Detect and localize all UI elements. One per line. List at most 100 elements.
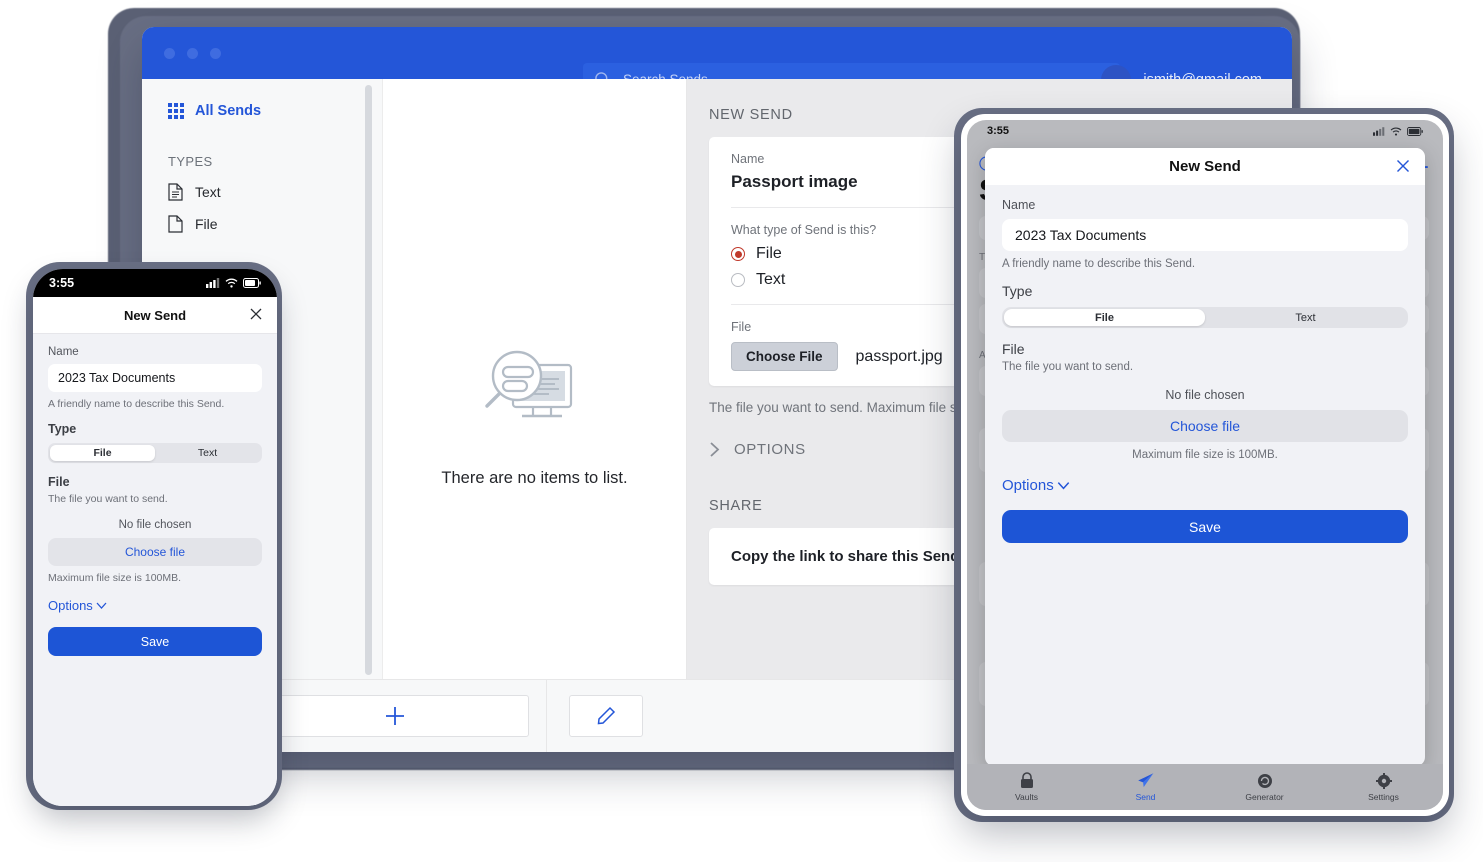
chosen-file-name: passport.jpg bbox=[855, 347, 943, 365]
signal-icon bbox=[1373, 126, 1385, 136]
sidebar-item-label: All Sends bbox=[195, 103, 262, 119]
grid-icon bbox=[168, 103, 184, 119]
tablet-options-toggle[interactable]: Options bbox=[1002, 477, 1408, 494]
choose-file-button[interactable]: Choose File bbox=[731, 342, 838, 371]
empty-state-text: There are no items to list. bbox=[441, 469, 628, 487]
sidebar-scrollbar[interactable] bbox=[365, 85, 372, 675]
sidebar-item-text[interactable]: Text bbox=[168, 183, 382, 201]
lock-icon bbox=[1020, 772, 1033, 788]
empty-search-monitor-illustration bbox=[484, 350, 572, 418]
close-icon[interactable] bbox=[1395, 158, 1411, 174]
footer-add-area bbox=[243, 680, 547, 752]
radio-file-icon bbox=[731, 247, 745, 261]
desktop-titlebar: Search Sends jsmith@gmail.com bbox=[142, 27, 1292, 96]
phone-device: 3:55 New Send Name 2023 Tax Documents A … bbox=[33, 269, 277, 806]
tablet-choose-file-button[interactable]: Choose file bbox=[1002, 410, 1408, 442]
phone-status-icons bbox=[206, 278, 261, 288]
chevron-down-icon bbox=[96, 602, 107, 609]
chevron-right-icon bbox=[710, 442, 720, 457]
tablet-file-label: File bbox=[1002, 341, 1025, 357]
phone-options-label: Options bbox=[48, 598, 93, 613]
tablet-max-size-hint: Maximum file size is 100MB. bbox=[1132, 449, 1278, 461]
tablet-name-hint: A friendly name to describe this Send. bbox=[1002, 258, 1196, 270]
phone-modal-header: New Send bbox=[33, 297, 277, 334]
tablet-save-button[interactable]: Save bbox=[1002, 510, 1408, 543]
maximize-button[interactable] bbox=[210, 47, 221, 59]
phone-options-toggle[interactable]: Options bbox=[48, 598, 262, 613]
tablet-segment-file[interactable]: File bbox=[1004, 309, 1205, 326]
tablet-clock: 3:55 bbox=[987, 125, 1010, 137]
tablet-tab-bar: Vaults Send Generator Settings bbox=[967, 764, 1443, 810]
options-label: OPTIONS bbox=[734, 441, 806, 458]
sidebar-section-types: TYPES bbox=[168, 154, 213, 169]
phone-file-hint: The file you want to send. bbox=[48, 493, 168, 505]
tab-label: Generator bbox=[1245, 791, 1284, 802]
paper-plane-icon bbox=[1138, 773, 1154, 788]
composite-device-mockup: Search Sends jsmith@gmail.com All Sends … bbox=[0, 0, 1483, 862]
tab-vaults[interactable]: Vaults bbox=[967, 772, 1086, 802]
text-file-icon bbox=[168, 183, 183, 201]
tablet-type-segmented-control[interactable]: File Text bbox=[1002, 307, 1408, 328]
minimize-button[interactable] bbox=[187, 47, 198, 59]
tablet-name-label: Name bbox=[1002, 198, 1036, 212]
tab-settings[interactable]: Settings bbox=[1324, 772, 1443, 802]
tab-label: Send bbox=[1135, 792, 1156, 802]
phone-modal-title: New Send bbox=[123, 307, 187, 323]
close-icon[interactable] bbox=[249, 307, 263, 321]
tab-send[interactable]: Send bbox=[1086, 772, 1205, 802]
phone-name-label: Name bbox=[48, 346, 79, 358]
tablet-file-hint: The file you want to send. bbox=[1002, 361, 1134, 373]
tablet-name-input[interactable]: 2023 Tax Documents bbox=[1002, 219, 1408, 251]
phone-segment-text[interactable]: Text bbox=[155, 445, 260, 461]
phone-choose-file-button[interactable]: Choose file bbox=[48, 538, 262, 566]
add-send-button[interactable] bbox=[260, 695, 529, 737]
radio-label: File bbox=[756, 245, 782, 262]
battery-icon bbox=[1407, 126, 1423, 136]
phone-status-bar: 3:55 bbox=[33, 269, 277, 297]
tablet-type-label: Type bbox=[1002, 283, 1033, 299]
wifi-icon bbox=[1390, 127, 1402, 136]
phone-name-hint: A friendly name to describe this Send. bbox=[48, 398, 225, 410]
tablet-status-bar: 3:55 bbox=[967, 120, 1443, 142]
file-icon bbox=[168, 215, 183, 233]
tablet-screen: 3:55 New Send Name 2023 Tax Documents A … bbox=[967, 120, 1443, 810]
phone-no-file-text: No file chosen bbox=[118, 519, 192, 531]
tablet-modal-title: New Send bbox=[1169, 158, 1241, 175]
tablet-device: 3:55 New Send Name 2023 Tax Documents A … bbox=[961, 114, 1449, 816]
phone-save-button[interactable]: Save bbox=[48, 627, 262, 656]
tablet-no-file-text: No file chosen bbox=[1165, 388, 1245, 402]
refresh-icon bbox=[1257, 773, 1272, 788]
tab-label: Vaults bbox=[1015, 792, 1038, 802]
gear-icon bbox=[1375, 772, 1392, 789]
tablet-modal-header: New Send bbox=[985, 148, 1425, 185]
tablet-segment-text[interactable]: Text bbox=[1205, 309, 1406, 326]
tablet-options-label: Options bbox=[1002, 477, 1054, 494]
tablet-new-send-modal: New Send Name 2023 Tax Documents A frien… bbox=[985, 148, 1425, 766]
phone-max-size-hint: Maximum file size is 100MB. bbox=[48, 572, 182, 584]
sidebar-item-file[interactable]: File bbox=[168, 215, 382, 233]
close-button[interactable] bbox=[164, 47, 175, 59]
pencil-icon bbox=[597, 706, 616, 725]
tab-label: Settings bbox=[1368, 791, 1399, 802]
tablet-new-send-form: Name 2023 Tax Documents A friendly name … bbox=[985, 185, 1425, 543]
phone-type-label: Type bbox=[48, 422, 77, 436]
phone-file-label: File bbox=[48, 475, 70, 489]
phone-clock: 3:55 bbox=[49, 276, 75, 290]
sidebar-item-label: Text bbox=[195, 184, 221, 200]
phone-type-segmented-control[interactable]: File Text bbox=[48, 443, 262, 463]
tab-generator[interactable]: Generator bbox=[1205, 773, 1324, 802]
sidebar-item-label: File bbox=[195, 216, 218, 232]
sidebar-item-all-sends[interactable]: All Sends bbox=[168, 103, 382, 119]
edit-button[interactable] bbox=[569, 695, 643, 737]
plus-icon bbox=[385, 707, 404, 725]
phone-name-input[interactable]: 2023 Tax Documents bbox=[48, 364, 262, 392]
wifi-icon bbox=[225, 278, 238, 288]
signal-icon bbox=[206, 278, 220, 288]
phone-segment-file[interactable]: File bbox=[50, 445, 155, 461]
radio-text-icon bbox=[731, 273, 745, 287]
radio-label: Text bbox=[756, 271, 786, 288]
window-controls[interactable] bbox=[164, 47, 221, 59]
send-list-panel: There are no items to list. bbox=[383, 79, 687, 752]
battery-icon bbox=[243, 278, 261, 288]
chevron-down-icon bbox=[1057, 482, 1069, 490]
